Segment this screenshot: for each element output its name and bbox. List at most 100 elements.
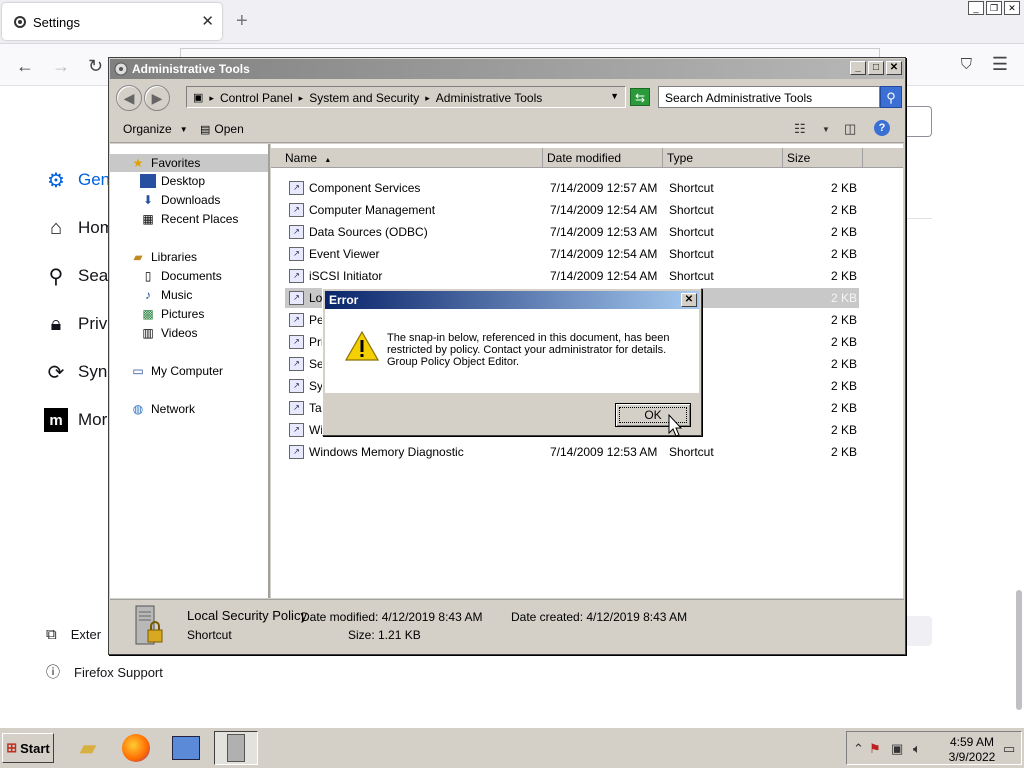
pictures-icon: ▩ bbox=[142, 307, 154, 321]
shortcut-icon: ↗ bbox=[289, 423, 304, 437]
close-button[interactable]: ✕ bbox=[1004, 1, 1020, 15]
file-type: Shortcut bbox=[669, 181, 714, 195]
sync-icon: ⟳ bbox=[47, 361, 65, 384]
back-button[interactable]: ◀ bbox=[116, 85, 142, 111]
chevron-right-icon: ▸ bbox=[209, 93, 214, 103]
close-icon[interactable]: ✕ bbox=[681, 293, 697, 307]
breadcrumb-control-panel[interactable]: Control Panel bbox=[220, 91, 293, 105]
forward-button[interactable]: ▶ bbox=[144, 85, 170, 111]
file-name: Component Services bbox=[309, 181, 421, 195]
search-icon[interactable]: ⚲ bbox=[880, 86, 902, 108]
pocket-icon[interactable]: ⛉ bbox=[961, 56, 972, 73]
videos-icon: ▥ bbox=[142, 326, 154, 340]
new-tab-button[interactable]: + bbox=[236, 10, 248, 33]
close-tab-icon[interactable]: ✕ bbox=[201, 12, 214, 30]
sidebar-item-home[interactable]: ⌂ Hom bbox=[44, 214, 114, 242]
shortcut-icon: ↗ bbox=[289, 357, 304, 371]
column-type[interactable]: Type bbox=[663, 148, 783, 168]
nav-music[interactable]: ♪ Music bbox=[140, 288, 192, 302]
file-size: 2 KB bbox=[830, 203, 857, 217]
sidebar-item-more[interactable]: m More bbox=[44, 406, 117, 434]
nav-network[interactable]: ◍ Network bbox=[130, 402, 195, 416]
details-pane: Local Security Policy Shortcut Date modi… bbox=[110, 599, 904, 653]
volume-icon[interactable]: 🔈︎ bbox=[913, 741, 921, 757]
minimize-button[interactable]: _ bbox=[850, 61, 866, 75]
network-icon[interactable]: ▣ bbox=[891, 741, 903, 757]
extensions-link[interactable]: ⧉ Exter bbox=[46, 626, 101, 643]
dialog-title-bar[interactable]: Error ✕ bbox=[325, 291, 699, 309]
back-button[interactable]: ← bbox=[16, 56, 34, 77]
breadcrumb-system-security[interactable]: System and Security bbox=[309, 91, 419, 105]
scrollbar[interactable] bbox=[1016, 590, 1022, 710]
libraries-icon: ▰ bbox=[133, 250, 143, 264]
file-type: Shortcut bbox=[669, 225, 714, 239]
file-date: 7/14/2009 12:53 AM bbox=[550, 445, 658, 459]
breadcrumb-admin-tools[interactable]: Administrative Tools bbox=[436, 91, 543, 105]
desktop-icon bbox=[140, 174, 156, 188]
table-row[interactable]: ↗ Computer Management 7/14/2009 12:54 AM Sh… bbox=[285, 200, 859, 220]
view-options-icon[interactable]: ☷ bbox=[794, 121, 806, 137]
taskbar-explorer[interactable]: ▰ bbox=[66, 731, 110, 765]
chevron-down-icon[interactable]: ▼ bbox=[822, 125, 830, 134]
firefox-support-link[interactable]: ⓘ Firefox Support bbox=[46, 662, 163, 682]
preview-pane-icon[interactable]: ◫ bbox=[844, 121, 856, 137]
sidebar-item-search[interactable]: ⚲ Sear bbox=[44, 262, 114, 290]
tab-settings[interactable]: Settings ✕ bbox=[2, 3, 222, 40]
clock-time[interactable]: 4:59 AM bbox=[947, 735, 997, 749]
column-headers: Name ▲ Date modified Type Size bbox=[271, 148, 903, 168]
address-bar[interactable]: ▣ ▸ Control Panel ▸ System and Security … bbox=[186, 86, 626, 108]
reload-button[interactable]: ↻ bbox=[88, 56, 103, 77]
nav-recent-places[interactable]: ▦ Recent Places bbox=[140, 212, 238, 226]
organize-button[interactable]: Organize ▼ bbox=[123, 122, 188, 136]
window-title-bar[interactable]: Administrative Tools _ □ ✕ bbox=[110, 59, 904, 79]
column-size[interactable]: Size bbox=[783, 148, 863, 168]
open-button[interactable]: ▤ Open bbox=[200, 122, 244, 136]
taskbar-admin-tools[interactable] bbox=[214, 731, 258, 765]
table-row[interactable]: ↗ Data Sources (ODBC) 7/14/2009 12:53 AM Sh… bbox=[285, 222, 859, 242]
details-type: Shortcut bbox=[187, 628, 232, 642]
file-date: 7/14/2009 12:54 AM bbox=[550, 269, 658, 283]
table-row[interactable]: ↗ Event Viewer 7/14/2009 12:54 AM Shortcut 2… bbox=[285, 244, 859, 264]
menu-icon[interactable]: ☰ bbox=[992, 54, 1008, 75]
file-size: 2 KB bbox=[830, 313, 857, 327]
nav-desktop[interactable]: Desktop bbox=[140, 174, 205, 188]
nav-videos[interactable]: ▥ Videos bbox=[140, 326, 197, 340]
nav-my-computer[interactable]: ▭ My Computer bbox=[130, 364, 223, 378]
taskbar-control-panel[interactable] bbox=[164, 731, 208, 765]
table-row[interactable]: ↗ Windows Memory Diagnostic 7/14/2009 12:5… bbox=[285, 442, 859, 462]
clock-date[interactable]: 3/9/2022 bbox=[947, 750, 997, 764]
sidebar-item-sync[interactable]: ⟳ Sync bbox=[44, 358, 116, 386]
start-button[interactable]: ⊞ Start bbox=[2, 733, 54, 763]
taskbar-firefox[interactable] bbox=[114, 731, 158, 765]
action-center-icon[interactable]: ⚑ bbox=[869, 741, 881, 757]
local-security-policy-icon bbox=[135, 605, 163, 645]
maximize-button[interactable]: □ bbox=[868, 61, 884, 75]
nav-documents[interactable]: ▯ Documents bbox=[140, 269, 222, 283]
command-bar: Organize ▼ ▤ Open ☷ ▼ ◫ ? bbox=[110, 115, 904, 143]
help-icon[interactable]: ? bbox=[874, 120, 890, 136]
column-name[interactable]: Name ▲ bbox=[271, 148, 543, 168]
show-desktop-icon[interactable]: ▭ bbox=[1003, 741, 1015, 757]
recent-places-icon: ▦ bbox=[142, 212, 154, 226]
minimize-button[interactable]: _ bbox=[968, 1, 984, 15]
nav-favorites[interactable]: ★ Favorites bbox=[110, 154, 268, 172]
forward-button[interactable]: → bbox=[52, 56, 70, 77]
nav-libraries[interactable]: ▰ Libraries bbox=[130, 250, 197, 264]
gear-icon bbox=[14, 16, 26, 28]
search-icon: ⚲ bbox=[48, 265, 64, 288]
show-hidden-icons-icon[interactable]: ⌃ bbox=[853, 741, 864, 757]
shortcut-icon: ↗ bbox=[289, 247, 304, 261]
chevron-down-icon[interactable]: ▼ bbox=[610, 91, 619, 101]
column-date-modified[interactable]: Date modified bbox=[543, 148, 663, 168]
file-size: 2 KB bbox=[830, 291, 857, 305]
table-row[interactable]: ↗ Component Services 7/14/2009 12:57 AM Sho… bbox=[285, 178, 859, 198]
restore-button[interactable]: ❐ bbox=[986, 1, 1002, 15]
sidebar-item-privacy[interactable]: 🔒︎ Priva bbox=[44, 310, 117, 338]
table-row[interactable]: ↗ iSCSI Initiator 7/14/2009 12:54 AM Shortc… bbox=[285, 266, 859, 286]
nav-pictures[interactable]: ▩ Pictures bbox=[140, 307, 204, 321]
search-input[interactable]: Search Administrative Tools bbox=[658, 86, 880, 108]
nav-downloads[interactable]: ⬇ Downloads bbox=[140, 193, 220, 207]
close-button[interactable]: ✕ bbox=[886, 61, 902, 75]
window-title: Administrative Tools bbox=[132, 62, 250, 76]
refresh-icon[interactable]: ⇆ bbox=[630, 88, 650, 106]
